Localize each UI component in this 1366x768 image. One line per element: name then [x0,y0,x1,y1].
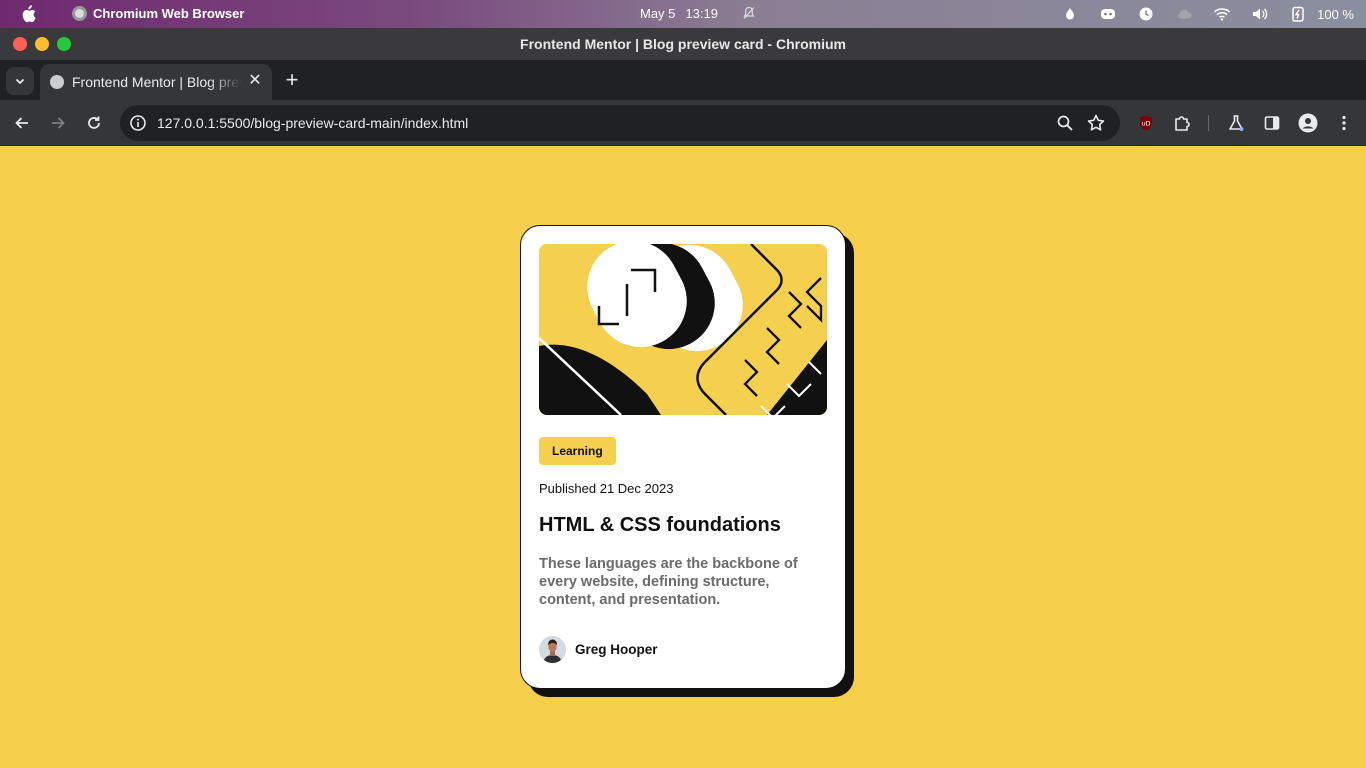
blog-illustration [539,244,827,415]
reload-icon [88,116,100,129]
author-name[interactable]: Greg Hooper [575,642,658,657]
close-tab-icon[interactable]: ✕ [246,72,264,90]
blog-preview-card: Learning Published 21 Dec 2023 HTML & CS… [520,225,846,689]
window-title: Frontend Mentor | Blog preview card - Ch… [520,36,846,52]
ublock-extension-button[interactable]: uD [1134,111,1158,135]
clock-icon[interactable] [1137,6,1155,22]
category-tag: Learning [539,437,616,465]
cloud-icon[interactable] [1175,6,1193,22]
puzzle-icon [1175,116,1190,131]
back-button[interactable] [10,111,34,135]
chevron-down-icon [15,78,25,85]
forward-button[interactable] [46,111,70,135]
arrow-right-icon [52,117,65,129]
discord-icon[interactable] [1099,6,1117,22]
battery-icon[interactable] [1289,6,1307,22]
profile-button[interactable] [1296,111,1320,135]
app-name: Chromium Web Browser [93,6,245,21]
address-bar[interactable]: 127.0.0.1:5500/blog-preview-card-main/in… [120,105,1120,141]
notifications-muted-icon[interactable] [742,6,756,20]
menu-bar: Chromium Web Browser May 5 13:19 100 % [0,0,1366,28]
active-app[interactable]: Chromium Web Browser [72,6,244,21]
card-title[interactable]: HTML & CSS foundations [539,514,827,537]
author-avatar [539,636,566,663]
browser-toolbar: 127.0.0.1:5500/blog-preview-card-main/in… [0,100,1366,146]
page-viewport: Learning Published 21 Dec 2023 HTML & CS… [0,147,1366,768]
toolbar-separator [1208,115,1209,131]
more-vertical-icon [1342,115,1346,131]
svg-text:uD: uD [1141,120,1150,128]
menubar-clock[interactable]: May 5 13:19 [640,6,718,21]
wifi-icon[interactable] [1213,6,1231,22]
arrow-left-icon [15,117,28,129]
labs-button[interactable] [1224,111,1248,135]
battery-percent: 100 % [1317,6,1354,22]
new-tab-button[interactable]: + [282,68,302,92]
tab-label: Frontend Mentor | Blog preview card [72,74,242,90]
zoom-icon[interactable] [1056,114,1074,132]
drop-icon[interactable] [1061,6,1079,22]
side-panel-icon [1264,116,1280,130]
reload-button[interactable] [82,111,106,135]
url-text[interactable]: 127.0.0.1:5500/blog-preview-card-main/in… [157,115,468,131]
side-panel-button[interactable] [1260,111,1284,135]
tab-active[interactable]: Frontend Mentor | Blog preview card ✕ [40,64,272,100]
site-info-icon[interactable] [129,114,147,132]
card-description: These languages are the backbone of ever… [539,556,798,608]
publish-date: Published 21 Dec 2023 [539,481,674,496]
browser-menu-button[interactable] [1332,111,1356,135]
volume-icon[interactable] [1251,6,1269,22]
menubar-time: 13:19 [685,6,718,21]
bookmark-star-icon[interactable] [1086,113,1106,133]
favicon-icon [50,75,64,89]
profile-avatar-icon [1298,113,1318,133]
tab-search-button[interactable] [6,67,34,95]
chromium-icon [72,6,87,21]
system-tray: 100 % [1041,5,1354,23]
flask-icon [1229,115,1244,131]
ublock-icon: uD [1140,115,1152,131]
menubar-date: May 5 [640,6,676,21]
apple-logo-icon[interactable] [20,4,36,24]
tab-strip: Frontend Mentor | Blog preview card ✕ + [0,60,1366,100]
window-title-bar: Frontend Mentor | Blog preview card - Ch… [0,28,1366,60]
author-info: Greg Hooper [539,636,658,663]
extensions-button[interactable] [1170,111,1194,135]
